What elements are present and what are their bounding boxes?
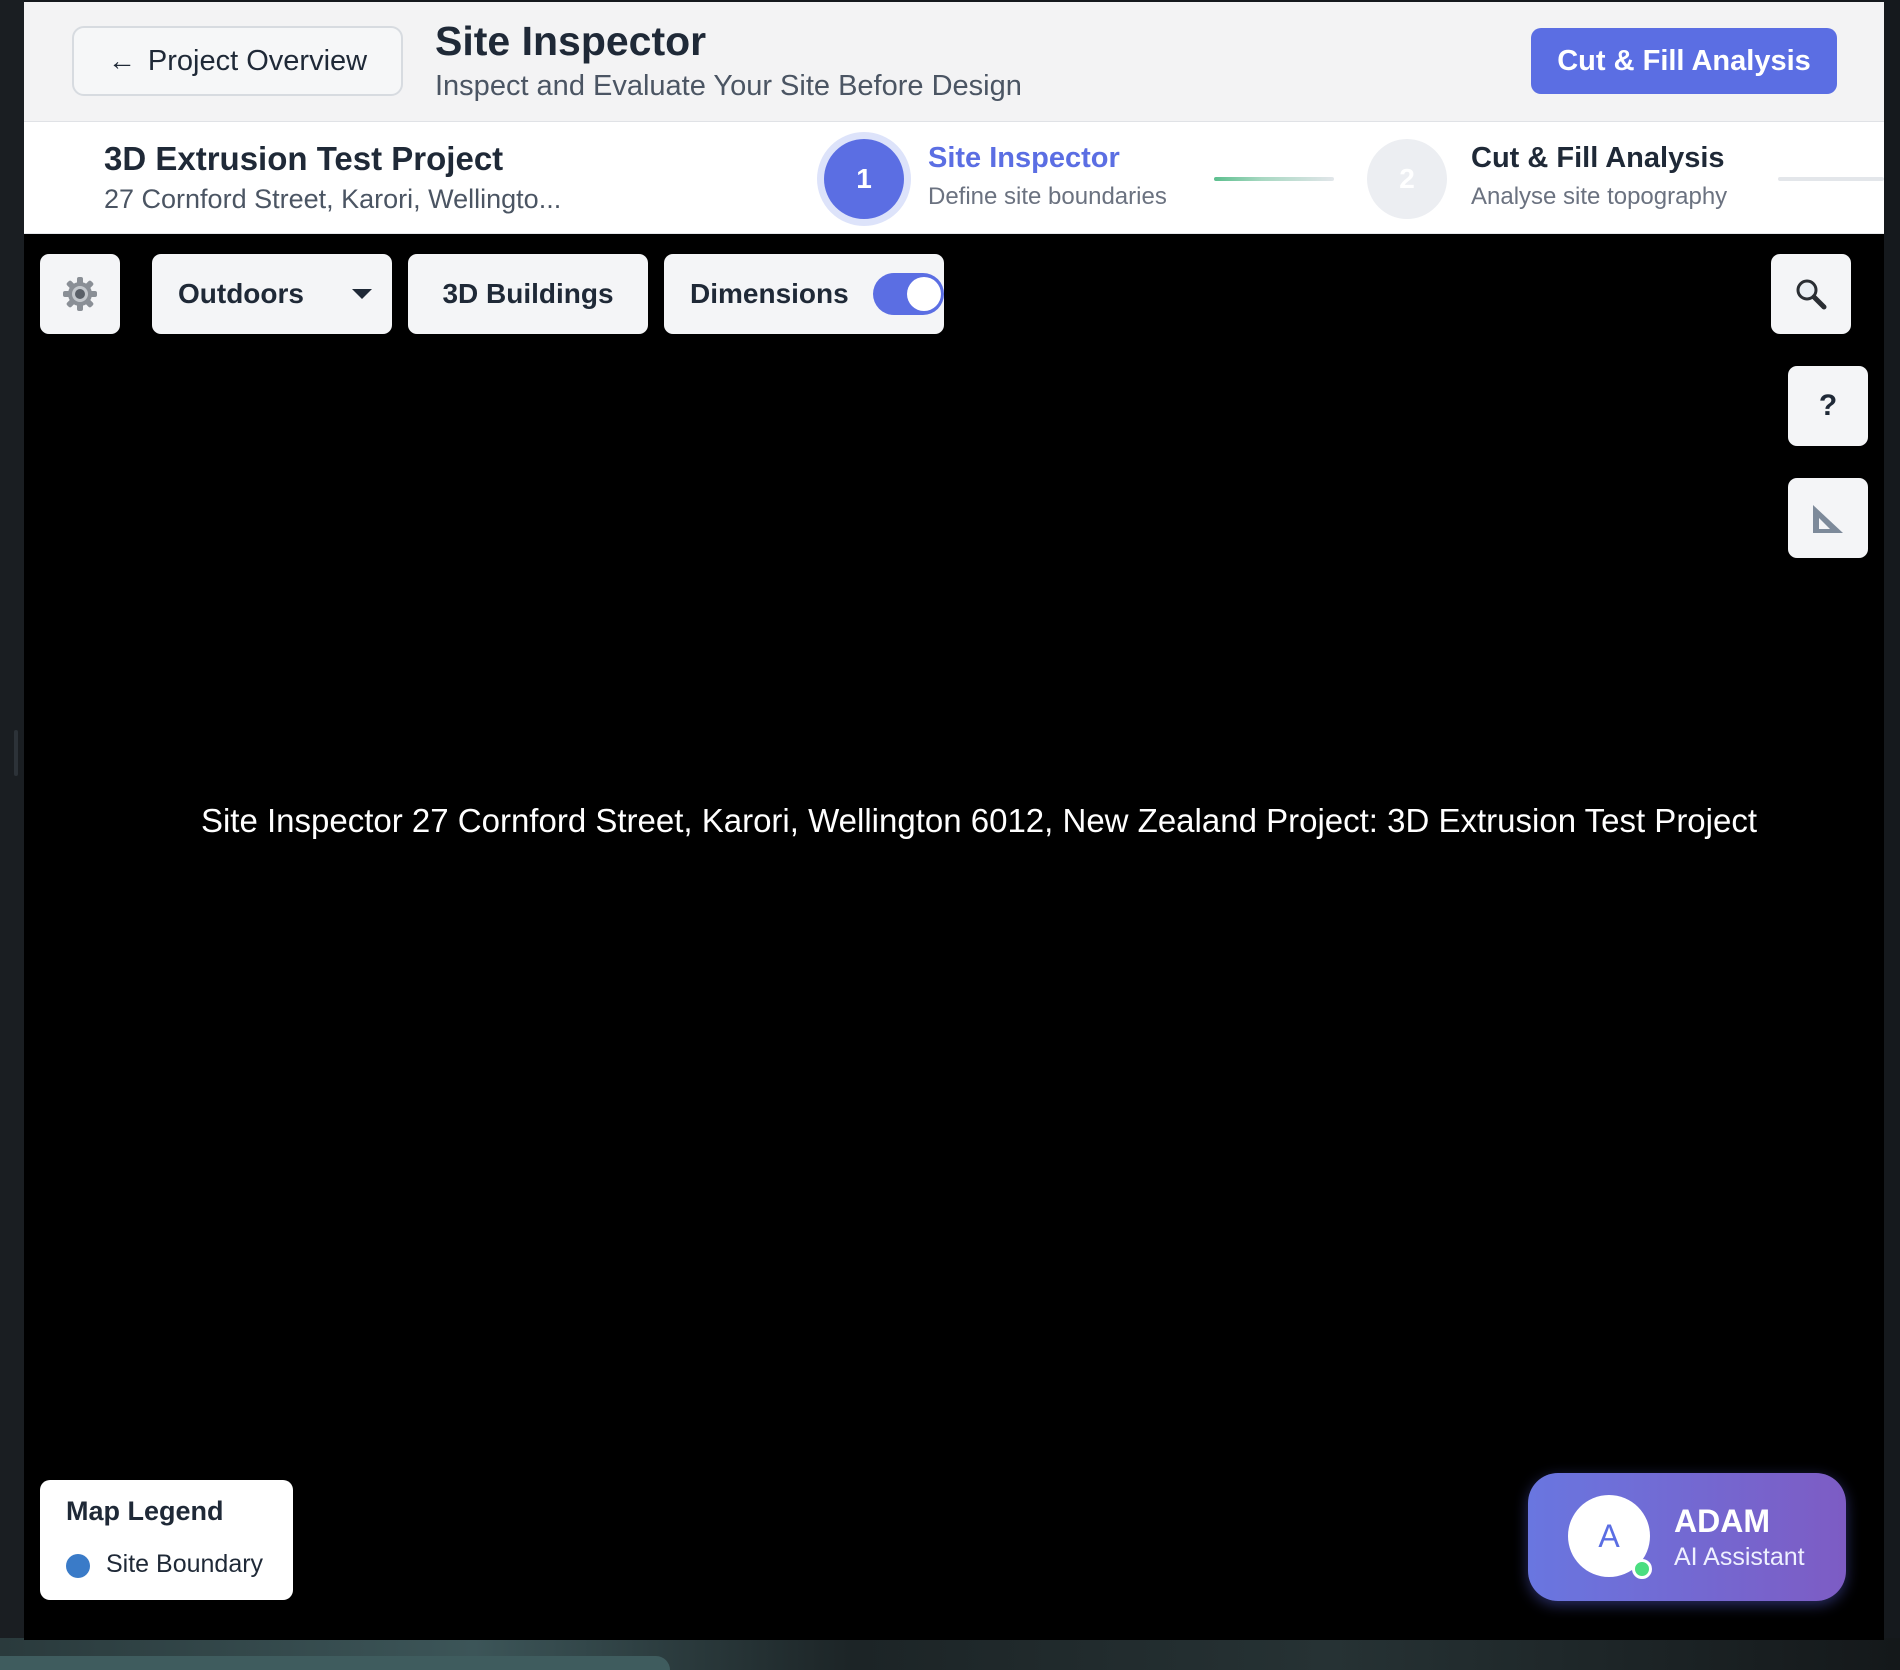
legend-title: Map Legend <box>66 1496 224 1526</box>
set-square-icon <box>1813 505 1843 533</box>
page-subtitle: Inspect and Evaluate Your Site Before De… <box>435 70 1022 102</box>
assistant-name: ADAM <box>1674 1503 1770 1539</box>
dimensions-label: Dimensions <box>690 278 849 309</box>
map-placeholder-text: Site Inspector 27 Cornford Street, Karor… <box>200 802 1758 839</box>
page-title: Site Inspector <box>435 18 707 64</box>
online-status-dot <box>1632 1559 1652 1579</box>
toggle-knob <box>907 277 941 311</box>
map-settings-button[interactable] <box>40 254 120 334</box>
assistant-role: AI Assistant <box>1674 1543 1805 1571</box>
map-style-select[interactable]: Outdoors <box>152 254 392 334</box>
help-button[interactable]: ? <box>1788 366 1868 446</box>
window-left-edge <box>0 0 24 1670</box>
step-1-indicator[interactable]: 1 <box>824 139 904 219</box>
ai-assistant-button[interactable]: A ADAM AI Assistant <box>1528 1473 1846 1601</box>
3d-buildings-button[interactable]: 3D Buildings <box>408 254 648 334</box>
cut-fill-analysis-button[interactable]: Cut & Fill Analysis <box>1531 28 1837 94</box>
dimensions-control: Dimensions <box>664 254 944 334</box>
project-overview-button[interactable]: ← Project Overview <box>72 26 403 96</box>
step-2-subtitle: Analyse site topography <box>1471 183 1728 210</box>
map-legend: Map Legend Site Boundary <box>40 1480 293 1600</box>
map-search-button[interactable] <box>1771 254 1851 334</box>
map-style-value: Outdoors <box>178 278 304 309</box>
project-name: 3D Extrusion Test Project <box>104 140 504 177</box>
measure-tool-button[interactable] <box>1788 478 1868 558</box>
step-connector <box>1778 177 1884 181</box>
app-window: ← Project Overview Site Inspector Inspec… <box>24 2 1884 1640</box>
step-connector <box>1214 177 1334 181</box>
gear-icon <box>63 277 97 311</box>
search-icon <box>1796 279 1827 310</box>
project-address: 27 Cornford Street, Karori, Wellingto... <box>104 184 562 214</box>
step-2-indicator[interactable]: 2 <box>1367 139 1447 219</box>
chevron-down-icon <box>352 289 372 299</box>
resize-handle[interactable] <box>14 730 18 776</box>
arrow-left-icon: ← <box>107 45 136 76</box>
project-bar: 3D Extrusion Test Project 27 Cornford St… <box>24 122 1884 234</box>
dimensions-toggle[interactable] <box>872 273 944 315</box>
taskbar-edge <box>0 1656 670 1670</box>
step-1-subtitle: Define site boundaries <box>928 183 1167 210</box>
legend-item-label: Site Boundary <box>106 1550 264 1578</box>
step-1-title[interactable]: Site Inspector <box>928 142 1120 175</box>
page-header: ← Project Overview Site Inspector Inspec… <box>24 2 1884 122</box>
site-boundary-swatch <box>66 1554 90 1578</box>
step-2-title[interactable]: Cut & Fill Analysis <box>1471 142 1725 175</box>
back-button-label: Project Overview <box>147 44 368 77</box>
